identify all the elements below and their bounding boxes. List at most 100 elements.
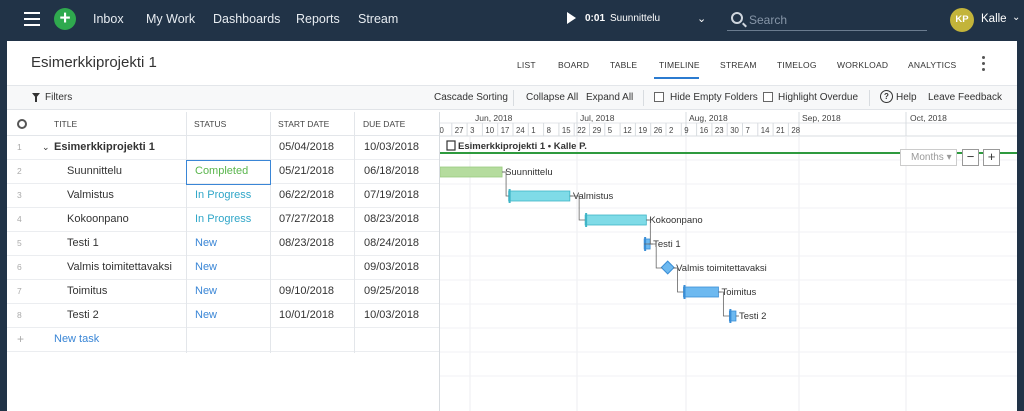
- help-icon[interactable]: ?: [880, 90, 893, 103]
- task-due-date[interactable]: 09/25/2018: [364, 280, 419, 303]
- column-header-title[interactable]: TITLE: [54, 112, 78, 136]
- task-status[interactable]: New: [195, 280, 217, 303]
- menu-icon[interactable]: [24, 12, 40, 26]
- leave-feedback-button[interactable]: Leave Feedback: [928, 92, 1002, 103]
- tab-workload[interactable]: WORKLOAD: [837, 60, 888, 70]
- table-row[interactable]: 6 Valmis toimitettavaksi New 09/03/2018: [7, 256, 439, 280]
- table-row[interactable]: 5 Testi 1 New 08/23/2018 08/24/2018: [7, 232, 439, 256]
- hide-empty-folders-label[interactable]: Hide Empty Folders: [670, 92, 758, 103]
- task-start-date[interactable]: 05/04/2018: [279, 136, 334, 159]
- table-row[interactable]: 8 Testi 2 New 10/01/2018 10/03/2018: [7, 304, 439, 328]
- table-row[interactable]: 1 ⌄ Esimerkkiprojekti 1 05/04/2018 10/03/201…: [7, 136, 439, 160]
- scale-select[interactable]: Months ▾: [900, 149, 957, 166]
- help-button[interactable]: Help: [896, 92, 917, 103]
- project-bar-label: Esimerkkiprojekti 1 • Kalle P.: [458, 141, 587, 152]
- avatar[interactable]: KP: [950, 8, 974, 32]
- task-status[interactable]: New: [195, 304, 217, 327]
- table-row[interactable]: 4 Kokoonpano In Progress 07/27/2018 08/23/20…: [7, 208, 439, 232]
- more-options-icon[interactable]: [982, 56, 986, 74]
- tab-list[interactable]: LIST: [517, 60, 536, 70]
- highlight-overdue-checkbox[interactable]: [763, 92, 773, 102]
- task-due-date[interactable]: 07/19/2018: [364, 184, 419, 207]
- toolbar: Filters Cascade Sorting Collapse All Exp…: [7, 86, 1017, 110]
- nav-my-work[interactable]: My Work: [146, 12, 195, 26]
- highlight-overdue-label[interactable]: Highlight Overdue: [778, 92, 858, 103]
- task-bar[interactable]: [683, 286, 719, 298]
- task-start-date[interactable]: 09/10/2018: [279, 280, 334, 303]
- timeline-chart[interactable]: Jun, 2018 Jul, 2018 Aug, 2018 Sep, 2018 Oct,…: [439, 112, 1017, 411]
- nav-stream[interactable]: Stream: [358, 12, 398, 26]
- divider: [186, 112, 187, 353]
- task-due-date[interactable]: 06/18/2018: [364, 160, 419, 183]
- table-row[interactable]: 3 Valmistus In Progress 06/22/2018 07/19/201…: [7, 184, 439, 208]
- expand-all-button[interactable]: Expand All: [586, 92, 633, 103]
- task-title[interactable]: Toimitus: [67, 280, 107, 303]
- task-title[interactable]: Kokoonpano: [67, 208, 129, 231]
- tab-stream[interactable]: STREAM: [720, 60, 757, 70]
- task-start-date[interactable]: 08/23/2018: [279, 232, 334, 255]
- row-number: 3: [17, 190, 22, 200]
- task-title[interactable]: Valmistus: [67, 184, 114, 207]
- milestone-marker[interactable]: [660, 260, 675, 275]
- column-header-start-date[interactable]: START DATE: [278, 112, 330, 136]
- task-start-date[interactable]: 05/21/2018: [279, 160, 334, 183]
- task-due-date[interactable]: 08/24/2018: [364, 232, 419, 255]
- task-start-date[interactable]: 06/22/2018: [279, 184, 334, 207]
- new-task-link[interactable]: New task: [54, 328, 99, 351]
- zoom-out-button[interactable]: −: [962, 149, 979, 166]
- cascade-sorting-button[interactable]: Cascade Sorting: [434, 92, 508, 103]
- new-task-row[interactable]: + New task: [7, 328, 439, 352]
- selected-cell[interactable]: [186, 160, 271, 185]
- bar-start-handle[interactable]: [729, 309, 732, 323]
- tab-table[interactable]: TABLE: [610, 60, 637, 70]
- tab-timelog[interactable]: TIMELOG: [777, 60, 817, 70]
- task-start-date[interactable]: 07/27/2018: [279, 208, 334, 231]
- task-due-date[interactable]: 10/03/2018: [364, 304, 419, 327]
- add-button[interactable]: +: [54, 8, 76, 30]
- task-status[interactable]: In Progress: [195, 184, 251, 207]
- tab-board[interactable]: BOARD: [558, 60, 589, 70]
- zoom-in-button[interactable]: +: [983, 149, 1000, 166]
- task-title[interactable]: Valmis toimitettavaksi: [67, 256, 172, 279]
- timer-widget[interactable]: 0:01 Suunnittelu ⌄: [567, 12, 706, 25]
- task-status[interactable]: New: [195, 256, 217, 279]
- task-title[interactable]: Testi 1: [67, 232, 99, 255]
- tab-timeline[interactable]: TIMELINE: [659, 60, 700, 70]
- tab-analytics[interactable]: ANALYTICS: [908, 60, 956, 70]
- search-box[interactable]: [727, 9, 927, 31]
- column-header-due-date[interactable]: DUE DATE: [363, 112, 406, 136]
- task-bar[interactable]: [584, 214, 647, 226]
- task-bar[interactable]: [440, 166, 503, 178]
- task-due-date[interactable]: 09/03/2018: [364, 256, 419, 279]
- table-row[interactable]: 7 Toimitus New 09/10/2018 09/25/2018: [7, 280, 439, 304]
- nav-reports[interactable]: Reports: [296, 12, 340, 26]
- bar-start-handle[interactable]: [508, 189, 511, 203]
- task-status[interactable]: New: [195, 232, 217, 255]
- collapse-chevron-icon[interactable]: ⌄: [42, 136, 50, 159]
- task-due-date[interactable]: 08/23/2018: [364, 208, 419, 231]
- task-start-date[interactable]: 10/01/2018: [279, 304, 334, 327]
- play-icon[interactable]: [567, 12, 576, 24]
- add-task-icon[interactable]: +: [17, 328, 24, 351]
- collapse-all-button[interactable]: Collapse All: [526, 92, 578, 103]
- task-title[interactable]: Testi 2: [67, 304, 99, 327]
- task-due-date[interactable]: 10/03/2018: [364, 136, 419, 159]
- gear-icon[interactable]: [17, 119, 27, 129]
- chevron-down-icon[interactable]: ⌄: [697, 12, 706, 25]
- task-table: TITLE STATUS START DATE DUE DATE 1 ⌄ Esime…: [7, 112, 439, 353]
- task-title[interactable]: Esimerkkiprojekti 1: [54, 136, 155, 159]
- bar-start-handle[interactable]: [585, 213, 588, 227]
- task-title[interactable]: Suunnittelu: [67, 160, 122, 183]
- user-menu-chevron-icon[interactable]: ⌄: [1012, 12, 1020, 23]
- filter-icon[interactable]: [32, 93, 40, 102]
- column-header-status[interactable]: STATUS: [194, 112, 227, 136]
- task-status[interactable]: In Progress: [195, 208, 251, 231]
- nav-dashboards[interactable]: Dashboards: [213, 12, 280, 26]
- hide-empty-folders-checkbox[interactable]: [654, 92, 664, 102]
- user-name[interactable]: Kalle: [981, 13, 1007, 25]
- nav-inbox[interactable]: Inbox: [93, 12, 124, 26]
- search-input[interactable]: [749, 11, 919, 29]
- task-bar[interactable]: [508, 190, 571, 202]
- filters-button[interactable]: Filters: [45, 92, 72, 103]
- bar-start-handle[interactable]: [683, 285, 686, 299]
